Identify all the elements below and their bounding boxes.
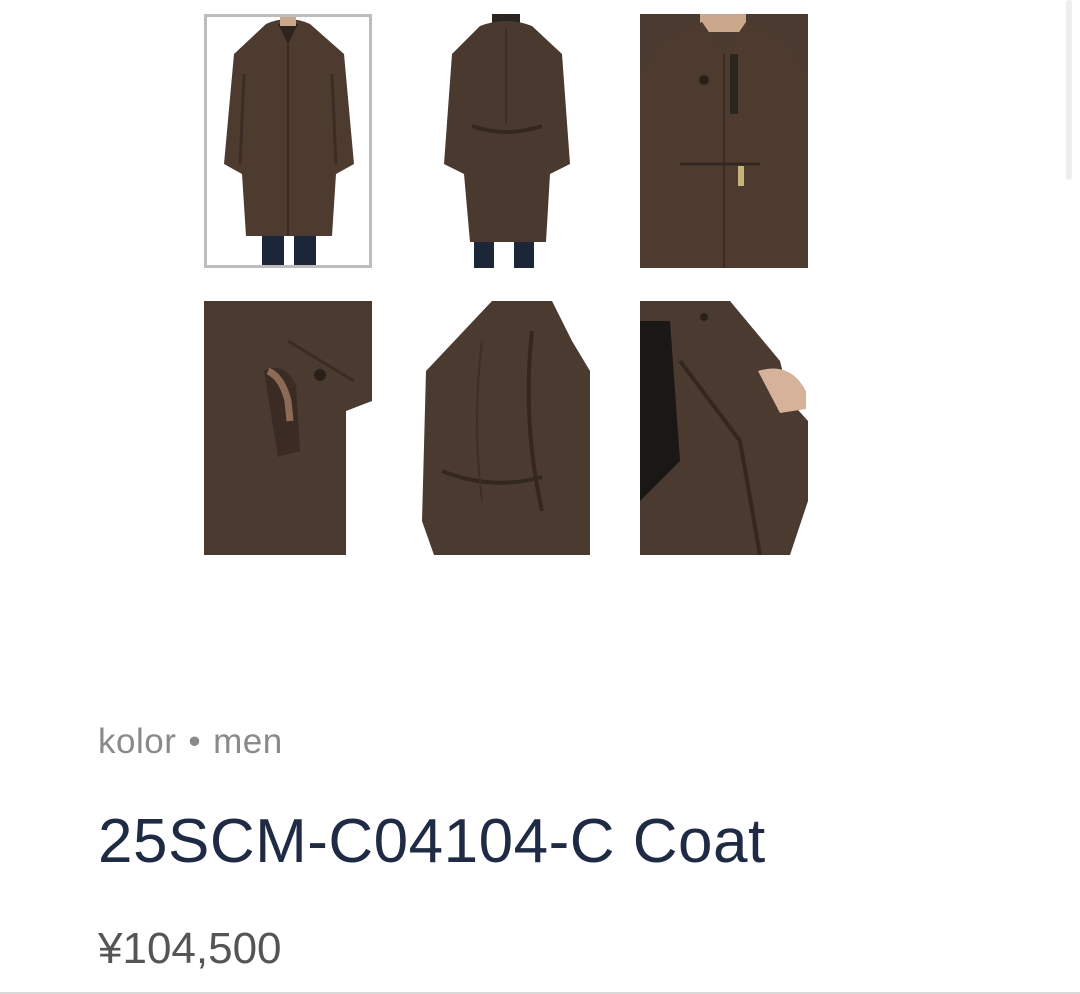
coat-collar-image: [640, 14, 808, 268]
product-image-gallery: [0, 0, 1080, 600]
coat-front-image: [204, 14, 372, 268]
product-title: 25SCM-C04104-C Coat: [98, 807, 766, 876]
thumbnail-back-view[interactable]: [422, 14, 590, 268]
thumbnail-interior-detail[interactable]: [640, 301, 808, 555]
product-price: ¥104,500: [98, 924, 282, 973]
coat-pocket-image: [204, 301, 372, 555]
coat-back-image: [422, 14, 590, 268]
thumbnail-collar-detail[interactable]: [640, 14, 808, 268]
thumbnail-front-view[interactable]: [204, 14, 372, 268]
thumbnail-pocket-detail[interactable]: [204, 301, 372, 555]
brand-separator: •: [188, 722, 202, 761]
page-scrollbar[interactable]: [1066, 0, 1072, 180]
brand-category-line: kolor • men: [98, 722, 283, 762]
thumbnail-shoulder-detail[interactable]: [422, 301, 590, 555]
brand-name[interactable]: kolor: [98, 722, 176, 761]
coat-shoulder-image: [422, 301, 590, 555]
coat-interior-image: [640, 301, 808, 555]
category-name[interactable]: men: [213, 722, 283, 761]
